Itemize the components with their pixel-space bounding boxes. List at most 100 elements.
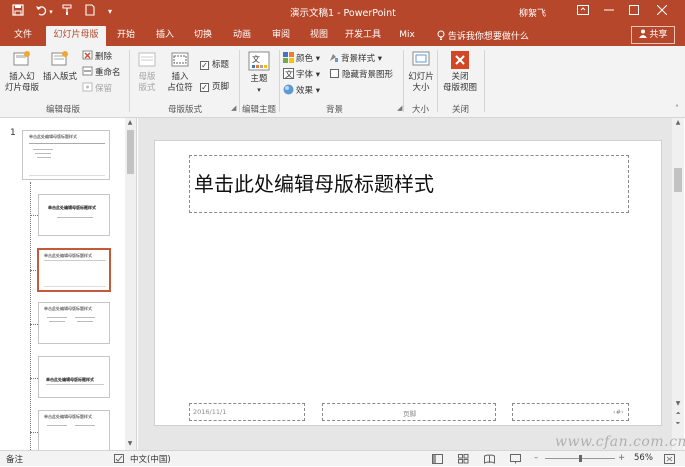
- slide-number-placeholder[interactable]: ‹#›: [512, 403, 629, 421]
- master-layout-button[interactable]: 母版 版式: [133, 50, 161, 94]
- slideshow-icon[interactable]: [510, 454, 521, 464]
- tab-animations[interactable]: 动画: [228, 28, 256, 46]
- insert-placeholder-label: 插入 占位符: [167, 72, 193, 93]
- thumbnail-line: [75, 425, 95, 426]
- save-icon[interactable]: [10, 4, 26, 20]
- thumbnail-line: [49, 321, 65, 322]
- close-master-view-button[interactable]: 关闭 母版视图: [440, 50, 480, 94]
- insert-slide-master-button[interactable]: 插入幻 灯片母版: [5, 50, 39, 94]
- language-indicator[interactable]: 中文(中国): [130, 453, 171, 465]
- tab-slide-master[interactable]: 幻灯片母版: [46, 26, 106, 46]
- customize-qat-icon[interactable]: ▾: [102, 4, 118, 20]
- date-text: 2016/11/1: [193, 408, 227, 416]
- thumbnail-line: [46, 384, 104, 385]
- minimize-icon[interactable]: [598, 2, 620, 22]
- tab-view[interactable]: 视图: [305, 28, 333, 46]
- tab-developer[interactable]: 开发工具: [341, 28, 385, 46]
- date-placeholder[interactable]: 2016/11/1: [189, 403, 305, 421]
- previous-slide-icon[interactable]: ⏶: [673, 410, 683, 418]
- preserve-button[interactable]: 保留: [82, 82, 112, 96]
- footer-placeholder[interactable]: 页脚: [322, 403, 496, 421]
- spell-check-icon[interactable]: [114, 454, 125, 464]
- tab-insert[interactable]: 插入: [151, 28, 179, 46]
- colors-button[interactable]: 颜色 ▾: [283, 52, 320, 66]
- maximize-icon[interactable]: [623, 2, 645, 22]
- scroll-down-icon[interactable]: ▼: [125, 440, 135, 447]
- insert-placeholder-button[interactable]: 插入 占位符: [164, 50, 196, 94]
- background-launcher-icon[interactable]: ◢: [397, 104, 402, 112]
- tab-review[interactable]: 审阅: [267, 28, 295, 46]
- thumbnail-layout-selected[interactable]: 单击此处编辑母版标题样式: [37, 248, 111, 292]
- title-checkbox[interactable]: ✓ 标题: [200, 58, 229, 72]
- tell-me-box[interactable]: 告诉我你想要做什么: [437, 29, 529, 42]
- zoom-in-icon[interactable]: +: [618, 453, 625, 463]
- hide-background-checkbox[interactable]: 隐藏背景图形: [330, 68, 393, 82]
- thumbnail-layout[interactable]: 单击此处编辑母版标题样式: [38, 410, 110, 450]
- scroll-down-icon[interactable]: ▼: [673, 400, 683, 407]
- slide-title[interactable]: 单击此处编辑母版标题样式: [194, 168, 434, 197]
- scroll-up-icon[interactable]: ▲: [125, 119, 135, 126]
- close-group-label: 关闭: [452, 105, 470, 115]
- thumbnail-layout[interactable]: 单击此处编辑母版标题样式: [38, 302, 110, 344]
- master-layout-group-label: 母版版式: [168, 105, 203, 115]
- share-button[interactable]: 共享: [631, 26, 675, 44]
- normal-view-icon[interactable]: [432, 454, 443, 464]
- effects-button[interactable]: 效果 ▾: [283, 84, 320, 98]
- undo-dropdown-icon[interactable]: ▾: [46, 4, 56, 20]
- background-styles-button[interactable]: 背景样式 ▾: [328, 52, 382, 66]
- layout-connector: [30, 324, 38, 325]
- share-label: 共享: [649, 30, 668, 40]
- next-slide-icon[interactable]: ⏷: [673, 420, 683, 428]
- insert-layout-icon: [50, 50, 70, 70]
- tab-file[interactable]: 文件: [8, 28, 38, 46]
- thumbnail-scroll-thumb[interactable]: [127, 130, 134, 174]
- pin-icon: [82, 82, 93, 93]
- footer-check-icon: ✓: [200, 83, 209, 92]
- slide-sorter-icon[interactable]: [458, 454, 469, 464]
- title-placeholder[interactable]: 单击此处编辑母版标题样式: [189, 155, 629, 213]
- scroll-up-icon[interactable]: ▲: [673, 119, 683, 126]
- thumbnail-master[interactable]: 单击此处编辑母版标题样式: [22, 130, 110, 180]
- fonts-button[interactable]: 文字体 ▾: [283, 68, 320, 82]
- footer-checkbox[interactable]: ✓ 页脚: [200, 80, 229, 94]
- ribbon-display-options-icon[interactable]: [572, 2, 594, 22]
- zoom-slider-handle[interactable]: [579, 455, 582, 462]
- rename-button[interactable]: 重命名: [82, 66, 121, 80]
- close-master-view-label: 关闭 母版视图: [442, 72, 477, 93]
- new-document-icon[interactable]: [82, 4, 98, 20]
- thumbnail-line: [29, 143, 105, 144]
- format-painter-icon[interactable]: [60, 4, 76, 20]
- user-name[interactable]: 柳絮飞: [519, 6, 546, 19]
- layout-connector: [30, 432, 38, 433]
- thumbnail-scrollbar[interactable]: ▲ ▼: [125, 118, 136, 450]
- canvas-scroll-thumb[interactable]: [674, 168, 682, 192]
- fit-to-window-icon[interactable]: [664, 454, 675, 464]
- thumbnail-line: [44, 260, 106, 261]
- zoom-level[interactable]: 56%: [634, 453, 653, 463]
- thumbnail-layout[interactable]: 单击此处编辑母版标题样式: [38, 194, 110, 236]
- themes-button[interactable]: 文 主题 ▾: [244, 50, 274, 96]
- delete-button[interactable]: 删除: [82, 50, 112, 64]
- master-layout-launcher-icon[interactable]: ◢: [231, 104, 236, 112]
- thumbnail-title: 单击此处编辑母版标题样式: [46, 377, 94, 382]
- colors-icon: [283, 52, 294, 63]
- notes-button[interactable]: 备注: [6, 453, 23, 465]
- thumbnail-layout[interactable]: 单击此处编辑母版标题样式: [38, 356, 110, 398]
- canvas-scrollbar[interactable]: ▲ ▼ ⏶ ⏷: [672, 118, 684, 450]
- status-bar: 备注 中文(中国) – + 56%: [0, 450, 685, 466]
- thumbnail-line: [47, 425, 67, 426]
- tab-mix[interactable]: Mix: [395, 28, 419, 46]
- collapse-ribbon-icon[interactable]: ˄: [675, 104, 679, 113]
- zoom-out-icon[interactable]: –: [534, 453, 538, 463]
- slide-canvas[interactable]: 单击此处编辑母版标题样式 2016/11/1 页脚 ‹#›: [154, 140, 662, 426]
- zoom-slider[interactable]: [545, 455, 615, 462]
- layout-connector: [30, 182, 31, 450]
- slide-editing-area: 单击此处编辑母版标题样式 2016/11/1 页脚 ‹#›: [138, 118, 672, 450]
- close-icon[interactable]: [651, 2, 673, 22]
- tab-home[interactable]: 开始: [112, 28, 140, 46]
- insert-layout-button[interactable]: 插入版式: [42, 50, 78, 83]
- reading-view-icon[interactable]: [484, 454, 495, 464]
- slide-size-button[interactable]: 幻灯片 大小: [405, 50, 437, 94]
- master-layout-icon: [137, 50, 157, 70]
- tab-transitions[interactable]: 切换: [189, 28, 217, 46]
